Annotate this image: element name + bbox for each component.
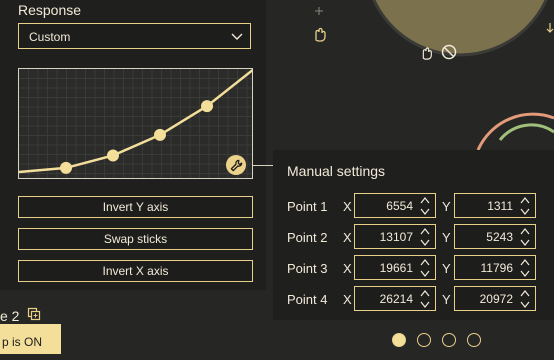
response-preset-dropdown[interactable]: Custom [18, 23, 251, 49]
point-4-x-input[interactable]: 26214 [354, 286, 436, 311]
point-3-x-input[interactable]: 19661 [354, 255, 436, 280]
point-label: Point 4 [287, 292, 328, 307]
curve-point-handle-4[interactable] [201, 100, 214, 113]
spinner-arrows-icon[interactable] [518, 288, 532, 310]
point-4-y-value: 20972 [479, 292, 513, 306]
chevron-down-icon [231, 33, 243, 40]
y-label: Y [442, 292, 451, 307]
curve-point-handle-2[interactable] [107, 149, 120, 162]
point-row: Point 1 X 6554 Y 1311 [287, 193, 553, 219]
point-3-x-value: 19661 [379, 261, 413, 275]
point-row: Point 4 X 26214 Y 20972 [287, 286, 553, 312]
status-toast: p is ON [0, 324, 61, 354]
touch-icon [315, 27, 326, 42]
point-1-x-value: 6554 [386, 199, 413, 213]
page-dot[interactable] [417, 333, 431, 347]
page-dot[interactable] [442, 333, 456, 347]
y-label: Y [442, 230, 451, 245]
point-1-y-input[interactable]: 1311 [454, 193, 536, 218]
response-curve-canvas [19, 69, 252, 178]
spinner-arrows-icon[interactable] [418, 226, 432, 248]
point-1-x-input[interactable]: 6554 [354, 193, 436, 218]
edit-curve-button[interactable] [226, 155, 246, 175]
point-3-y-value: 11796 [480, 261, 513, 275]
page-dot[interactable] [467, 333, 481, 347]
arrow-down-icon [546, 23, 554, 33]
copy-icon[interactable] [27, 307, 41, 321]
point-label: Point 1 [287, 199, 328, 214]
y-label: Y [442, 261, 451, 276]
point-row: Point 2 X 13107 Y 5243 [287, 224, 553, 250]
disabled-icon [441, 44, 457, 60]
spinner-arrows-icon[interactable] [518, 195, 532, 217]
spinner-arrows-icon[interactable] [418, 257, 432, 279]
spinner-arrows-icon[interactable] [518, 226, 532, 248]
point-2-x-input[interactable]: 13107 [354, 224, 436, 249]
spinner-arrows-icon[interactable] [418, 288, 432, 310]
response-curve-line [19, 69, 252, 174]
manual-settings-panel: Manual settings Point 1 X 6554 Y 1311 Po… [273, 150, 554, 320]
swap-sticks-button[interactable]: Swap sticks [18, 228, 253, 250]
response-panel: Response Custom Invert Y axis Swap stick… [0, 0, 266, 290]
x-label: X [343, 199, 352, 214]
point-4-y-input[interactable]: 20972 [454, 286, 536, 311]
spinner-arrows-icon[interactable] [418, 195, 432, 217]
response-curve-graph[interactable] [18, 68, 253, 179]
response-preset-value: Custom [29, 30, 71, 44]
point-2-x-value: 13107 [379, 230, 413, 244]
response-title: Response [18, 2, 82, 18]
x-label: X [343, 261, 352, 276]
curve-point-handle-1[interactable] [60, 161, 73, 174]
y-label: Y [442, 199, 451, 214]
point-4-x-value: 26214 [379, 292, 413, 306]
point-3-y-input[interactable]: 11796 [454, 255, 536, 280]
point-1-y-value: 1311 [487, 199, 513, 213]
spinner-arrows-icon[interactable] [518, 257, 532, 279]
plus-icon [315, 7, 323, 15]
x-label: X [343, 230, 352, 245]
wrench-icon [230, 159, 242, 171]
x-label: X [343, 292, 352, 307]
connector-line [253, 165, 275, 166]
point-row: Point 3 X 19661 Y 11796 [287, 255, 553, 281]
point-label: Point 2 [287, 230, 328, 245]
point-label: Point 3 [287, 261, 328, 276]
page-dot[interactable] [392, 333, 406, 347]
invert-x-axis-button[interactable]: Invert X axis [18, 260, 253, 282]
touch-icon-2 [422, 47, 432, 60]
invert-y-axis-button[interactable]: Invert Y axis [18, 196, 253, 218]
curve-point-handle-3[interactable] [154, 128, 167, 141]
point-2-y-value: 5243 [486, 230, 513, 244]
point-2-y-input[interactable]: 5243 [454, 224, 536, 249]
profile-label-partial: e 2 [0, 308, 20, 324]
manual-settings-title: Manual settings [287, 163, 386, 179]
